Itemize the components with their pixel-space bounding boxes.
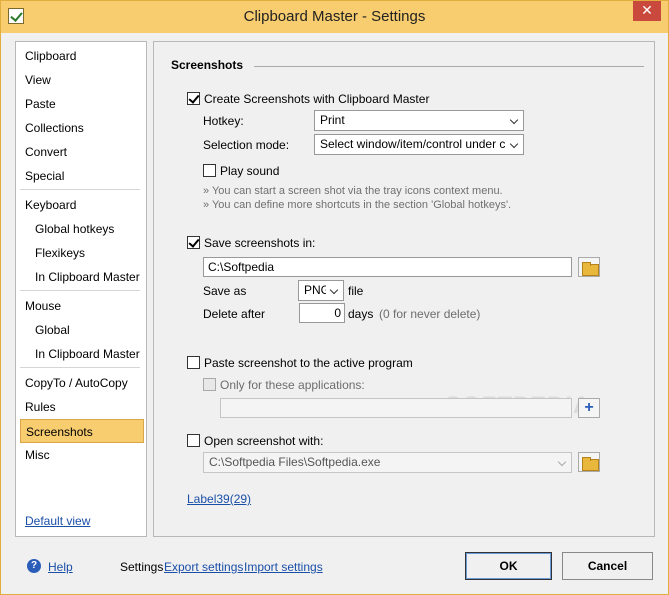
save-screenshots-checkbox[interactable]: [187, 236, 200, 249]
sidebar-item-view[interactable]: View: [20, 68, 144, 92]
section-divider: [254, 66, 644, 67]
sidebar-divider: [20, 367, 140, 368]
help-icon[interactable]: ?: [27, 559, 41, 573]
hotkey-value: Print: [320, 113, 345, 127]
sidebar-item-collections[interactable]: Collections: [20, 116, 144, 140]
cancel-button[interactable]: Cancel: [562, 552, 653, 580]
chevron-down-icon: [326, 281, 343, 300]
sidebar-item-mouse-global[interactable]: Global: [20, 318, 144, 342]
export-settings-link[interactable]: Export settings: [164, 560, 243, 574]
hotkey-label: Hotkey:: [203, 114, 244, 128]
sidebar-item-convert[interactable]: Convert: [20, 140, 144, 164]
paste-screenshot-checkbox[interactable]: [187, 356, 200, 369]
sidebar-item-keyboard[interactable]: Keyboard: [20, 193, 144, 217]
hint-tray-menu: » You can start a screen shot via the tr…: [203, 185, 503, 197]
selection-mode-select[interactable]: Select window/item/control under cursor: [314, 134, 524, 155]
only-apps-input[interactable]: [220, 398, 572, 418]
sidebar-item-copyto[interactable]: CopyTo / AutoCopy: [20, 371, 144, 395]
sidebar-item-mouse-in-clipboard-master[interactable]: In Clipboard Master: [20, 342, 144, 366]
sidebar-item-screenshots[interactable]: Screenshots: [20, 419, 144, 443]
footer: ? Help Settings Export settings Import s…: [15, 546, 655, 586]
sidebar-item-misc[interactable]: Misc: [20, 443, 144, 467]
open-with-value: C:\Softpedia Files\Softpedia.exe: [209, 455, 381, 469]
selection-mode-value: Select window/item/control under cursor: [320, 137, 524, 151]
selection-mode-label: Selection mode:: [203, 138, 290, 152]
sidebar-item-keyboard-in-clipboard-master[interactable]: In Clipboard Master: [20, 265, 144, 289]
sidebar-item-paste[interactable]: Paste: [20, 92, 144, 116]
import-settings-link[interactable]: Import settings: [244, 560, 323, 574]
sidebar-item-global-hotkeys[interactable]: Global hotkeys: [20, 217, 144, 241]
section-title: Screenshots: [171, 58, 244, 72]
open-screenshot-checkbox[interactable]: [187, 434, 200, 447]
settings-window: Clipboard Master - Settings ✕ Clipboard …: [0, 0, 669, 595]
folder-icon[interactable]: [578, 452, 600, 472]
hint-global-hotkeys: » You can define more shortcuts in the s…: [203, 199, 512, 211]
sidebar-item-special[interactable]: Special: [20, 164, 144, 188]
open-screenshot-label: Open screenshot with:: [204, 434, 324, 448]
open-with-select[interactable]: C:\Softpedia Files\Softpedia.exe: [203, 452, 572, 473]
sidebar-divider: [20, 290, 140, 291]
paste-screenshot-label: Paste screenshot to the active program: [204, 356, 413, 370]
settings-label: Settings: [120, 560, 164, 574]
save-as-label: Save as: [203, 284, 247, 298]
ok-button[interactable]: OK: [465, 552, 552, 580]
chevron-down-icon: [554, 453, 571, 472]
never-delete-hint: (0 for never delete): [379, 307, 481, 321]
add-icon[interactable]: +: [578, 398, 600, 418]
sidebar-item-flexikeys[interactable]: Flexikeys: [20, 241, 144, 265]
save-screenshots-label: Save screenshots in:: [204, 236, 316, 250]
settings-panel: Screenshots Create Screenshots with Clip…: [153, 41, 655, 537]
save-path-input[interactable]: C:\Softpedia: [203, 257, 572, 277]
sidebar-divider: [20, 189, 140, 190]
default-view-link[interactable]: Default view: [25, 514, 90, 528]
title-bar[interactable]: Clipboard Master - Settings ✕: [1, 1, 668, 33]
window-title: Clipboard Master - Settings: [243, 8, 426, 25]
close-button[interactable]: ✕: [633, 1, 661, 21]
format-select[interactable]: PNG: [298, 280, 344, 301]
folder-icon[interactable]: [578, 257, 600, 277]
play-sound-label: Play sound: [220, 164, 280, 178]
help-link[interactable]: Help: [48, 560, 73, 574]
play-sound-checkbox[interactable]: [203, 164, 216, 177]
sidebar-item-mouse[interactable]: Mouse: [20, 294, 144, 318]
label39-link[interactable]: Label39(29): [187, 492, 251, 506]
delete-days-input[interactable]: 0: [299, 303, 345, 323]
sidebar-item-clipboard[interactable]: Clipboard: [20, 44, 144, 68]
only-apps-checkbox[interactable]: [203, 378, 216, 391]
sidebar-item-rules[interactable]: Rules: [20, 395, 144, 419]
create-screenshots-label: Create Screenshots with Clipboard Master: [204, 92, 430, 106]
days-label: days: [348, 307, 374, 321]
hotkey-select[interactable]: Print: [314, 110, 524, 131]
chevron-down-icon: [506, 135, 523, 154]
create-screenshots-checkbox[interactable]: [187, 92, 200, 105]
chevron-down-icon: [506, 111, 523, 130]
sidebar: Clipboard View Paste Collections Convert…: [15, 41, 147, 537]
only-apps-label: Only for these applications:: [220, 378, 365, 392]
delete-after-label: Delete after: [203, 307, 266, 321]
file-label: file: [348, 284, 364, 298]
